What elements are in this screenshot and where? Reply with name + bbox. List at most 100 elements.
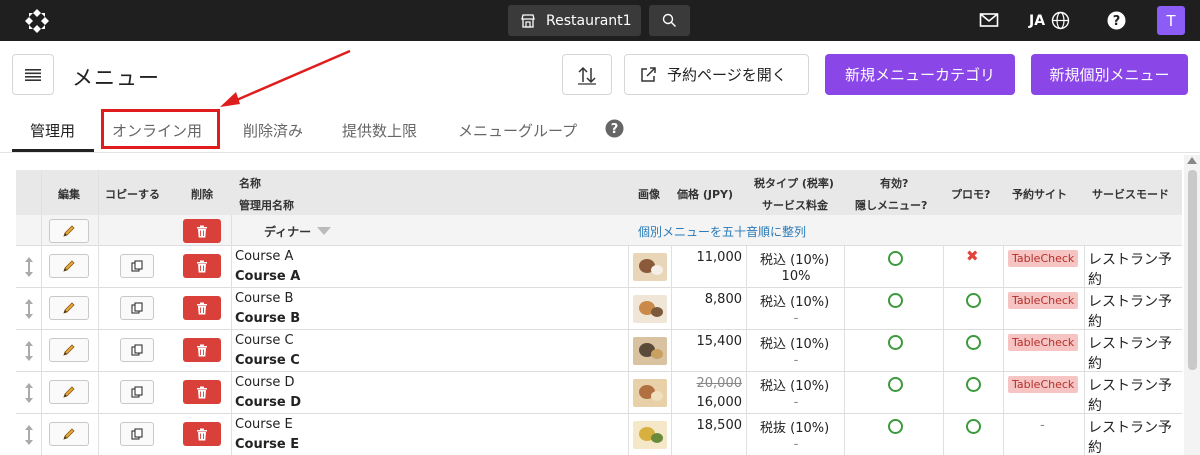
search-button[interactable]	[649, 5, 690, 36]
column-divider	[231, 215, 232, 455]
column-divider	[943, 246, 944, 455]
page-title: メニュー	[72, 66, 160, 90]
item-name: Course E	[235, 417, 293, 432]
header-service-fee: サービス料金	[762, 199, 828, 212]
table-row: Course C Course C 15,400 税込 (10%) - TableChec…	[16, 330, 1182, 372]
header-booking-site: 予約サイト	[1012, 188, 1067, 201]
table-row: Course E Course E 18,500 税抜 (10%) - - レストラン予約	[16, 414, 1182, 455]
column-divider	[1003, 246, 1004, 455]
tax-type: 税込 (10%)	[760, 337, 830, 352]
column-divider	[844, 246, 845, 455]
active-check-icon	[888, 335, 903, 350]
tax-type: 税込 (10%)	[760, 253, 830, 268]
service-fee: -	[793, 437, 799, 452]
service-mode: レストラン予	[1088, 420, 1172, 436]
promo-check-icon	[966, 419, 981, 434]
user-avatar[interactable]: T	[1157, 6, 1185, 35]
header-hidden: 隠しメニュー?	[855, 199, 928, 212]
active-check-icon	[888, 419, 903, 434]
price-original: 20,000	[696, 376, 743, 391]
tab-admin[interactable]: 管理用	[30, 120, 75, 141]
app-logo-icon[interactable]	[24, 8, 50, 34]
column-divider	[671, 246, 672, 455]
header-active: 有効?	[880, 177, 909, 190]
active-check-icon	[888, 293, 903, 308]
external-link-icon	[641, 66, 656, 82]
category-row: ディナー 個別メニューを五十音順に整列	[16, 215, 1182, 246]
service-fee: -	[793, 395, 799, 410]
category-edit-button[interactable]	[49, 219, 89, 243]
scroll-up-icon[interactable]	[1187, 157, 1197, 164]
category-delete-button[interactable]	[183, 219, 221, 243]
service-mode-cont: 約	[1088, 356, 1102, 372]
promo-check-icon	[966, 335, 981, 350]
tab-serving-limit[interactable]: 提供数上限	[342, 120, 417, 141]
store-selector-button[interactable]: Restaurant1	[508, 5, 641, 36]
open-booking-label: 予約ページを開く	[667, 66, 787, 84]
header-promo: プロモ?	[951, 188, 991, 201]
tab-menu-group[interactable]: メニューグループ	[458, 120, 577, 141]
header-service-mode: サービスモード	[1092, 188, 1169, 201]
hamburger-icon	[25, 68, 41, 81]
service-mode-cont: 約	[1088, 272, 1102, 288]
pencil-icon	[63, 225, 75, 237]
booking-site-badge: TableCheck	[1008, 376, 1079, 393]
open-booking-page-button[interactable]: 予約ページを開く	[624, 54, 809, 95]
promo-cross-icon: ✖	[966, 247, 979, 265]
annotation-highlight-box	[101, 109, 220, 149]
mail-icon[interactable]	[979, 11, 999, 29]
booking-site-badge: TableCheck	[1008, 250, 1079, 267]
header-delete: 削除	[191, 188, 213, 201]
header-tax: 税タイプ (税率)	[754, 177, 834, 190]
language-selector[interactable]: JA	[1029, 11, 1070, 30]
category-name: ディナー	[264, 225, 312, 239]
export-button[interactable]	[562, 54, 612, 95]
item-name: Course D	[235, 375, 295, 390]
active-check-icon	[888, 251, 903, 266]
tab-deleted[interactable]: 削除済み	[243, 120, 303, 141]
service-fee: -	[793, 353, 799, 368]
tax-type: 税込 (10%)	[760, 379, 830, 394]
annotation-arrow-icon	[220, 49, 351, 107]
store-name: Restaurant1	[546, 12, 632, 29]
svg-text:?: ?	[611, 122, 619, 137]
item-name: Course B	[235, 291, 294, 306]
table-row: Course A Course A 11,000 税込 (10%) 10% ✖ TableC…	[16, 246, 1182, 288]
service-mode-cont: 約	[1088, 314, 1102, 330]
scrollbar-thumb[interactable]	[1188, 170, 1197, 370]
header-copy: コピーする	[105, 188, 160, 201]
service-fee: 10%	[781, 269, 811, 284]
column-divider	[1084, 246, 1085, 455]
service-mode-cont: 約	[1088, 440, 1102, 455]
table-header: 編集 コピーする 削除 名称 管理用名称 画像 価格 (JPY) 税タイプ (税…	[16, 170, 1182, 215]
new-menu-category-button[interactable]: 新規メニューカテゴリ	[825, 54, 1015, 95]
booking-site-empty: -	[1040, 418, 1045, 433]
top-bar: Restaurant1 JA ? T	[0, 0, 1200, 41]
service-mode-cont: 約	[1088, 398, 1102, 414]
header-image: 画像	[638, 188, 660, 201]
category-collapse-icon[interactable]	[317, 227, 331, 235]
active-check-icon	[888, 377, 903, 392]
new-menu-item-button[interactable]: 新規個別メニュー	[1031, 54, 1188, 95]
column-divider	[98, 170, 99, 455]
price: 18,500	[696, 418, 743, 433]
svg-text:?: ?	[1113, 14, 1121, 29]
table-row: Course B Course B 8,800 税込 (10%) - TableCheck…	[16, 288, 1182, 330]
trash-icon	[197, 225, 207, 237]
tax-type: 税抜 (10%)	[760, 421, 830, 436]
service-mode: レストラン予	[1088, 336, 1172, 352]
service-mode: レストラン予	[1088, 252, 1172, 268]
promo-check-icon	[966, 293, 981, 308]
sidebar-toggle-button[interactable]	[12, 54, 54, 95]
help-icon[interactable]: ?	[1107, 11, 1126, 30]
tab-help-icon[interactable]: ?	[605, 119, 624, 138]
column-divider	[746, 246, 747, 455]
tax-type: 税込 (10%)	[760, 295, 830, 310]
header-edit: 編集	[58, 188, 80, 201]
item-name: Course C	[235, 333, 294, 348]
booking-site-badge: TableCheck	[1008, 292, 1079, 309]
sort-alphabetical-link[interactable]: 個別メニューを五十音順に整列	[638, 223, 806, 240]
column-divider	[41, 170, 42, 455]
header-price: 価格 (JPY)	[677, 188, 734, 201]
service-fee: -	[793, 311, 799, 326]
